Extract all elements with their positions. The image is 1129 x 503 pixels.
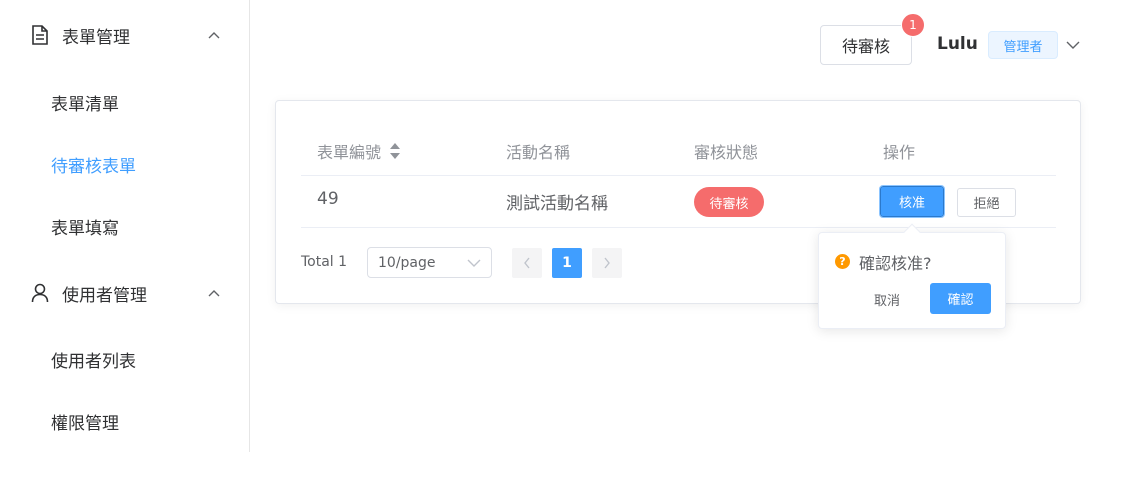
- page-size-select[interactable]: 10/page: [367, 247, 492, 278]
- popconfirm-confirm-button[interactable]: 確認: [930, 283, 991, 314]
- sidebar-item-form-fill[interactable]: 表單填寫: [0, 198, 249, 254]
- header-divider: [301, 175, 1056, 176]
- reject-button[interactable]: 拒絕: [957, 188, 1016, 217]
- username: Lulu: [937, 34, 978, 54]
- pending-review-button[interactable]: 待審核: [820, 25, 912, 65]
- prev-page-button[interactable]: [512, 248, 542, 278]
- chevron-down-icon[interactable]: [1065, 38, 1081, 52]
- menu-group-form-management[interactable]: 表單管理: [0, 7, 249, 63]
- sort-icon[interactable]: [389, 142, 401, 160]
- role-tag: 管理者: [988, 31, 1058, 59]
- sidebar-item-form-list[interactable]: 表單清單: [0, 74, 249, 130]
- chevron-left-icon: [524, 257, 530, 269]
- popconfirm-title: 確認核准?: [859, 254, 932, 273]
- chevron-up-icon: [207, 28, 221, 42]
- next-page-button[interactable]: [592, 248, 622, 278]
- menu-group-user-management[interactable]: 使用者管理: [0, 265, 249, 321]
- document-icon: [30, 25, 50, 45]
- cell-form-id: 49: [317, 189, 339, 209]
- page-size-value: 10/page: [378, 254, 436, 271]
- notification-badge: 1: [901, 13, 925, 37]
- page-number-button[interactable]: 1: [552, 248, 582, 278]
- approve-popconfirm: ? 確認核准? 取消 確認: [818, 223, 1006, 329]
- sidebar-item-permissions[interactable]: 權限管理: [0, 393, 249, 449]
- sidebar-item-label: 表單清單: [51, 94, 119, 115]
- status-badge: 待審核: [694, 187, 764, 217]
- sidebar-item-user-list[interactable]: 使用者列表: [0, 331, 249, 387]
- sidebar-item-label: 待審核表單: [51, 156, 136, 177]
- column-header-actions: 操作: [883, 143, 916, 162]
- column-header-status: 審核狀態: [694, 143, 759, 162]
- cell-activity-name: 測試活動名稱: [506, 194, 608, 214]
- chevron-down-icon: [467, 258, 481, 268]
- question-icon: ?: [835, 254, 850, 269]
- popconfirm-cancel-button[interactable]: 取消: [859, 284, 915, 314]
- sidebar-item-pending-forms[interactable]: 待審核表單: [0, 136, 249, 192]
- approve-button[interactable]: 核准: [879, 185, 945, 218]
- user-icon: [30, 283, 50, 303]
- chevron-up-icon: [207, 286, 221, 300]
- row-divider: [301, 227, 1056, 228]
- sidebar-item-label: 表單填寫: [51, 218, 119, 239]
- sidebar: 表單管理 表單清單 待審核表單 表單填寫 使用者管理 使用者列表 權限管理: [0, 0, 250, 452]
- pagination-total: Total 1: [301, 254, 348, 270]
- sidebar-item-label: 權限管理: [51, 413, 119, 434]
- chevron-right-icon: [604, 257, 610, 269]
- column-header-form-id[interactable]: 表單編號: [317, 139, 401, 163]
- menu-group-label: 表單管理: [62, 27, 130, 48]
- sidebar-item-label: 使用者列表: [51, 351, 136, 372]
- menu-group-label: 使用者管理: [62, 285, 147, 306]
- column-header-activity-name: 活動名稱: [506, 143, 571, 162]
